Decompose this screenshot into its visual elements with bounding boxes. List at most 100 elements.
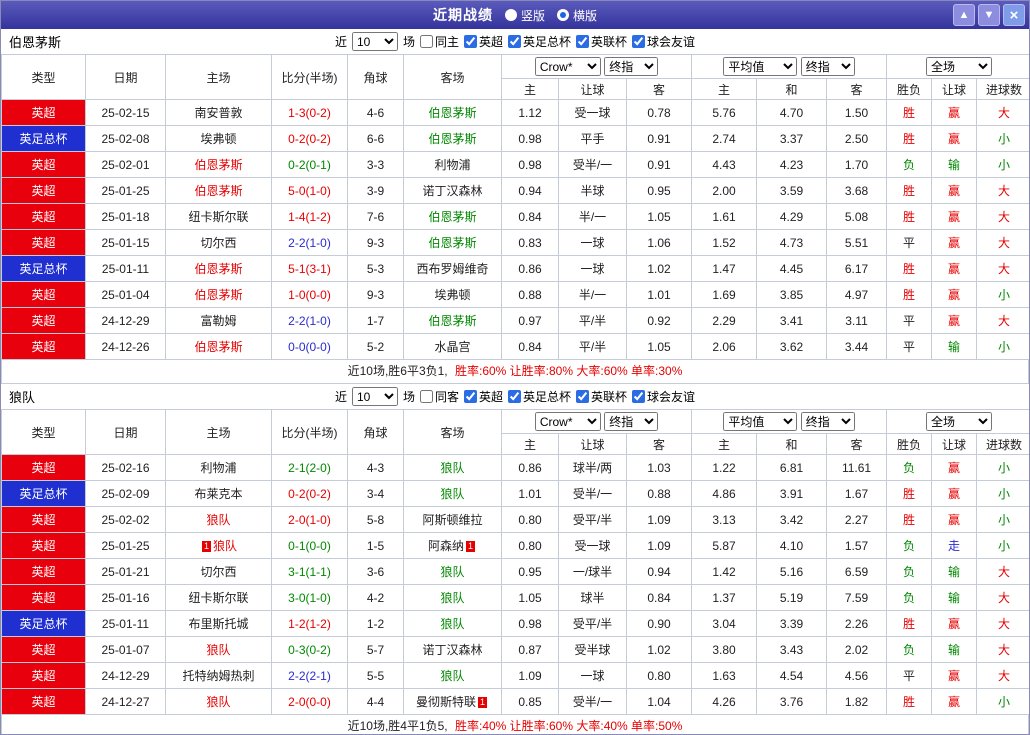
league-filter-facup[interactable]: 英足总杯 [508,33,571,50]
away-team-cell[interactable]: 阿斯顿维拉 [403,506,502,533]
away-team-cell[interactable]: 诺丁汉森林 [403,636,502,663]
away-team-cell[interactable]: 狼队 [403,662,502,689]
move-up-button[interactable]: ▲ [953,4,975,26]
score-cell[interactable]: 3-1(1-1) [271,558,348,585]
away-team-cell[interactable]: 狼队 [403,454,502,481]
score-cell[interactable]: 2-0(0-0) [271,688,348,715]
move-down-button[interactable]: ▼ [978,4,1000,26]
bookmaker-select[interactable]: Crow* [534,57,601,76]
away-team-cell[interactable]: 伯恩茅斯 [403,203,502,230]
score-cell[interactable]: 3-0(1-0) [271,584,348,611]
score-cell[interactable]: 0-1(0-0) [271,532,348,559]
home-team-cell[interactable]: 切尔西 [165,229,272,256]
league-epl-checkbox[interactable] [463,35,477,48]
away-team-cell[interactable]: 狼队 [403,610,502,637]
away-team-cell[interactable]: 伯恩茅斯 [403,307,502,334]
score-cell[interactable]: 1-0(0-0) [271,281,348,308]
away-team-cell[interactable]: 狼队 [403,558,502,585]
league-filter-friendly[interactable]: 球会友谊 [632,33,695,50]
league-epl-checkbox[interactable] [463,390,477,403]
league-filter-eflcup[interactable]: 英联杯 [576,33,627,50]
odds-stage-select[interactable]: 终指 [604,57,659,76]
same-venue-checkbox[interactable] [419,35,433,48]
home-team-cell[interactable]: 富勒姆 [165,307,272,334]
same-venue-filter[interactable]: 同客 [419,388,459,405]
layout-vertical-option[interactable]: 竖版 [504,7,545,24]
home-team-cell[interactable]: 1 狼队 [165,532,272,559]
away-team-cell[interactable]: 利物浦 [403,151,502,178]
league-eflcup-checkbox[interactable] [576,35,590,48]
league-filter-friendly[interactable]: 球会友谊 [632,388,695,405]
league-friendly-checkbox[interactable] [632,35,646,48]
score-cell[interactable]: 1-4(1-2) [271,203,348,230]
same-venue-filter[interactable]: 同主 [419,33,459,50]
league-eflcup-checkbox[interactable] [576,390,590,403]
league-filter-eflcup[interactable]: 英联杯 [576,388,627,405]
league-filter-epl[interactable]: 英超 [463,33,503,50]
score-cell[interactable]: 2-0(1-0) [271,506,348,533]
home-team-cell[interactable]: 布里斯托城 [165,610,272,637]
league-friendly-checkbox[interactable] [632,390,646,403]
average-select[interactable]: 平均值 [723,57,798,76]
score-cell[interactable]: 2-2(2-1) [271,662,348,689]
score-cell[interactable]: 1-3(0-2) [271,99,348,126]
score-cell[interactable]: 2-2(1-0) [271,229,348,256]
scope-select[interactable]: 全场 [926,57,993,76]
score-cell[interactable]: 0-0(0-0) [271,333,348,360]
layout-horizontal-option[interactable]: 横版 [557,7,597,24]
scope-select[interactable]: 全场 [926,412,993,431]
score-cell[interactable]: 5-1(3-1) [271,255,348,282]
away-team-cell[interactable]: 阿森纳 1 [403,532,502,559]
league-filter-epl[interactable]: 英超 [463,388,503,405]
away-team-cell[interactable]: 曼彻斯特联 1 [403,688,502,715]
away-team-cell[interactable]: 西布罗姆维奇 [403,255,502,282]
home-team-cell[interactable]: 伯恩茅斯 [165,255,272,282]
home-team-cell[interactable]: 狼队 [165,688,272,715]
same-venue-checkbox[interactable] [419,390,433,403]
score-cell[interactable]: 0-3(0-2) [271,636,348,663]
home-team-cell[interactable]: 伯恩茅斯 [165,151,272,178]
away-team-cell[interactable]: 水晶宫 [403,333,502,360]
league-facup-checkbox[interactable] [508,390,521,403]
score-cell[interactable]: 1-2(1-2) [271,610,348,637]
home-team-cell[interactable]: 埃弗顿 [165,125,272,152]
away-team-cell[interactable]: 诺丁汉森林 [403,177,502,204]
score-cell[interactable]: 5-0(1-0) [271,177,348,204]
average-select[interactable]: 平均值 [723,412,798,431]
radio-selected-icon[interactable] [557,9,569,21]
score-cell[interactable]: 2-1(2-0) [271,454,348,481]
home-team-cell[interactable]: 伯恩茅斯 [165,333,272,360]
score-cell[interactable]: 0-2(0-2) [271,125,348,152]
score-cell[interactable]: 0-2(0-1) [271,151,348,178]
away-team-cell[interactable]: 伯恩茅斯 [403,229,502,256]
away-team-cell[interactable]: 狼队 [403,480,502,507]
close-button[interactable]: × [1003,4,1025,26]
radio-unselected-icon[interactable] [504,9,517,21]
home-team-cell[interactable]: 伯恩茅斯 [165,281,272,308]
home-team-cell[interactable]: 纽卡斯尔联 [165,584,272,611]
away-team-cell[interactable]: 狼队 [403,584,502,611]
home-team-cell[interactable]: 切尔西 [165,558,272,585]
home-team-cell[interactable]: 狼队 [165,636,272,663]
home-team-cell[interactable]: 纽卡斯尔联 [165,203,272,230]
away-team-cell[interactable]: 伯恩茅斯 [403,99,502,126]
home-team-cell[interactable]: 利物浦 [165,454,272,481]
score-cell[interactable]: 0-2(0-2) [271,480,348,507]
home-team-cell[interactable]: 伯恩茅斯 [165,177,272,204]
match-count-select[interactable]: 10 [351,387,398,406]
odds-stage-select[interactable]: 终指 [604,412,659,431]
home-team-cell[interactable]: 狼队 [165,506,272,533]
home-team-cell[interactable]: 托特纳姆热刺 [165,662,272,689]
league-facup-checkbox[interactable] [508,35,521,48]
match-count-select[interactable]: 10 [351,32,398,51]
corner-cell: 4-4 [347,688,404,715]
score-cell[interactable]: 2-2(1-0) [271,307,348,334]
home-team-cell[interactable]: 布莱克本 [165,480,272,507]
bookmaker-select[interactable]: Crow* [534,412,601,431]
away-team-cell[interactable]: 埃弗顿 [403,281,502,308]
league-filter-facup[interactable]: 英足总杯 [508,388,571,405]
avg-stage-select[interactable]: 终指 [800,57,855,76]
home-team-cell[interactable]: 南安普敦 [165,99,272,126]
avg-stage-select[interactable]: 终指 [800,412,855,431]
away-team-cell[interactable]: 伯恩茅斯 [403,125,502,152]
